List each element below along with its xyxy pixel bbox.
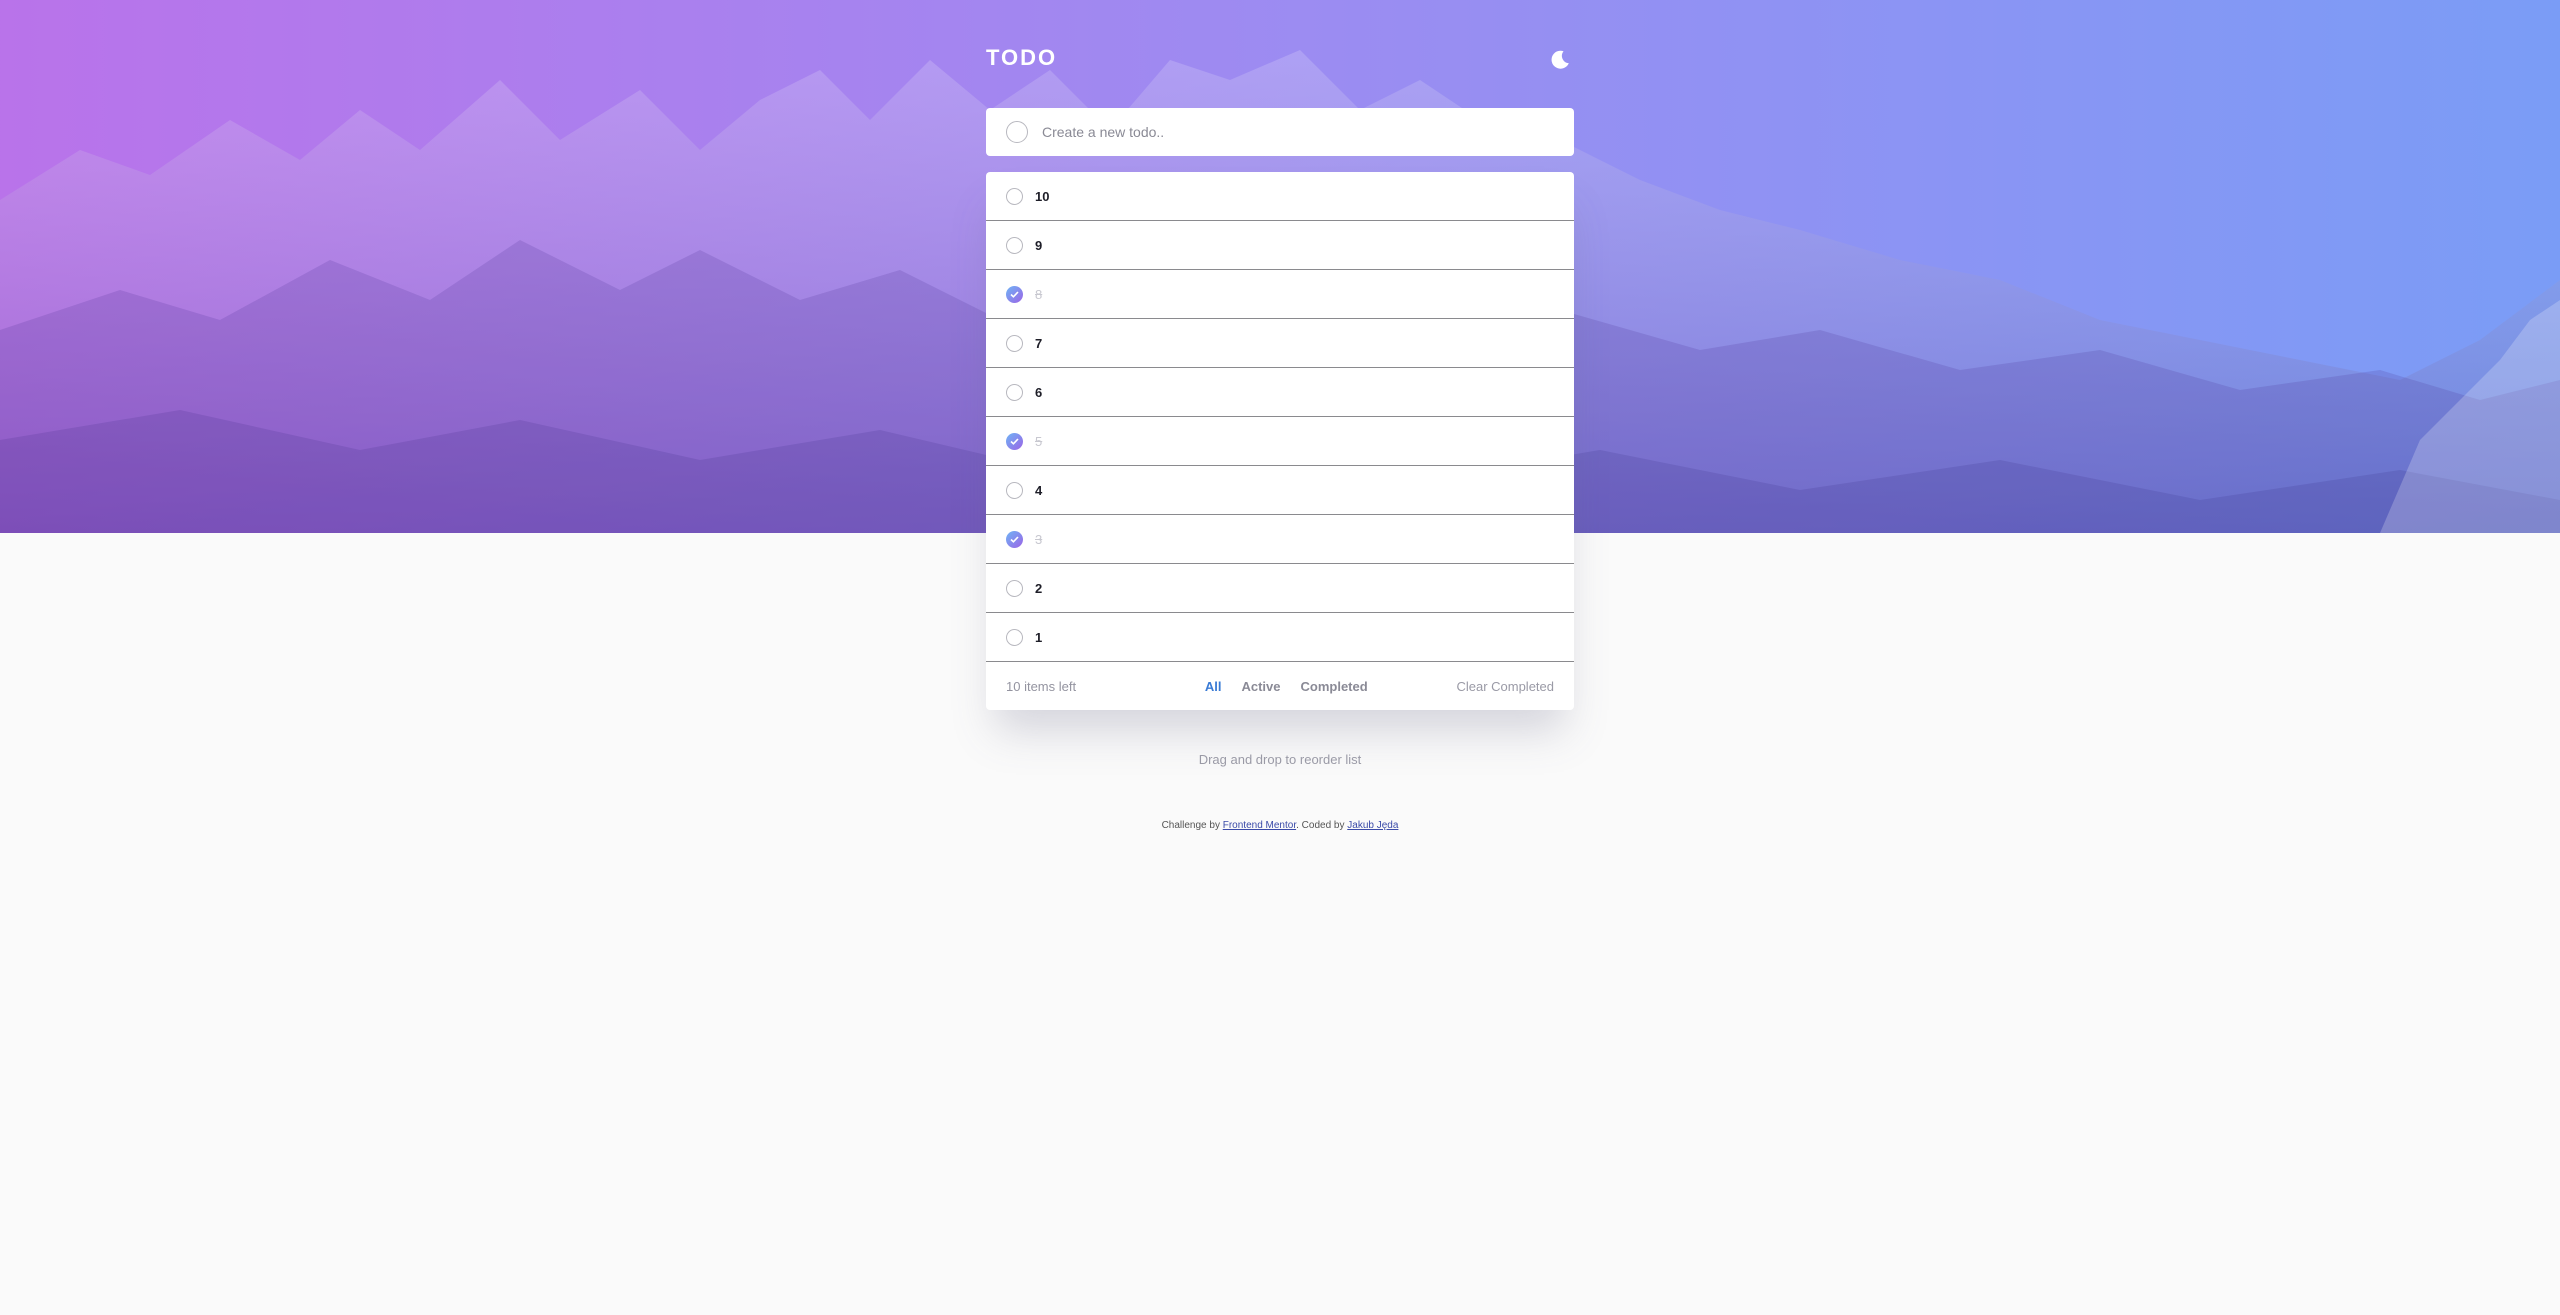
page-title: TODO — [986, 45, 1058, 70]
todo-label: 6 — [1035, 384, 1043, 400]
todo-item[interactable]: 1 — [986, 613, 1574, 662]
todo-label: 10 — [1035, 188, 1050, 204]
todo-footer: 10 items left All Active Completed Clear… — [986, 662, 1574, 710]
attribution: Challenge by Frontend Mentor. Coded by J… — [986, 820, 1574, 831]
theme-toggle-button[interactable] — [1546, 46, 1574, 74]
todo-label: 5 — [1035, 433, 1043, 449]
todo-label: 7 — [1035, 335, 1043, 351]
credit-middle: . Coded by — [1296, 820, 1345, 831]
todo-label: 1 — [1035, 629, 1043, 645]
todo-checkbox[interactable] — [1006, 236, 1023, 254]
checkmark-icon[interactable] — [1006, 432, 1023, 450]
filter-completed[interactable]: Completed — [1301, 679, 1368, 694]
app-header: TODO — [986, 40, 1574, 76]
drag-hint: Drag and drop to reorder list — [1198, 752, 1362, 767]
todo-checkbox[interactable] — [1006, 628, 1023, 646]
clear-completed-button[interactable]: Clear Completed — [1456, 679, 1554, 694]
todo-label: 4 — [1035, 482, 1043, 498]
todo-checkbox[interactable] — [1006, 481, 1023, 499]
frontend-mentor-link[interactable]: Frontend Mentor — [1223, 820, 1296, 831]
todo-item[interactable]: 7 — [986, 319, 1574, 368]
todo-checkbox[interactable] — [1006, 579, 1023, 597]
todo-item[interactable]: 4 — [986, 466, 1574, 515]
checkmark-icon[interactable] — [1006, 530, 1023, 548]
todo-checkbox[interactable] — [1006, 187, 1023, 205]
todo-label: 9 — [1035, 237, 1043, 253]
todo-item[interactable]: 3 — [986, 515, 1574, 564]
todo-label: 3 — [1035, 531, 1043, 547]
new-todo-input[interactable] — [1042, 124, 1542, 140]
todo-list: 10 9 8 7 6 5 4 3 2 1 10 items left All Active Com… — [986, 172, 1574, 710]
todo-item[interactable]: 6 — [986, 368, 1574, 417]
todo-item[interactable]: 9 — [986, 221, 1574, 270]
todo-checkbox[interactable] — [1006, 383, 1023, 401]
new-todo-circle-icon — [1006, 121, 1028, 143]
credit-prefix: Challenge by — [1161, 820, 1220, 831]
items-left-count: 10 items left — [1006, 678, 1077, 694]
todo-item[interactable]: 10 — [986, 172, 1574, 221]
todo-item[interactable]: 2 — [986, 564, 1574, 613]
checkmark-icon[interactable] — [1006, 285, 1023, 303]
filter-all[interactable]: All — [1205, 679, 1222, 694]
todo-checkbox[interactable] — [1006, 334, 1023, 352]
filter-group: All Active Completed — [1205, 679, 1368, 694]
filter-active[interactable]: Active — [1241, 679, 1280, 694]
moon-icon — [1551, 50, 1569, 69]
author-link[interactable]: Jakub Jęda — [1347, 820, 1398, 831]
todo-label: 8 — [1035, 286, 1043, 302]
new-todo-bar — [986, 108, 1574, 156]
todo-item[interactable]: 8 — [986, 270, 1574, 319]
todo-item[interactable]: 5 — [986, 417, 1574, 466]
todo-label: 2 — [1035, 580, 1043, 596]
